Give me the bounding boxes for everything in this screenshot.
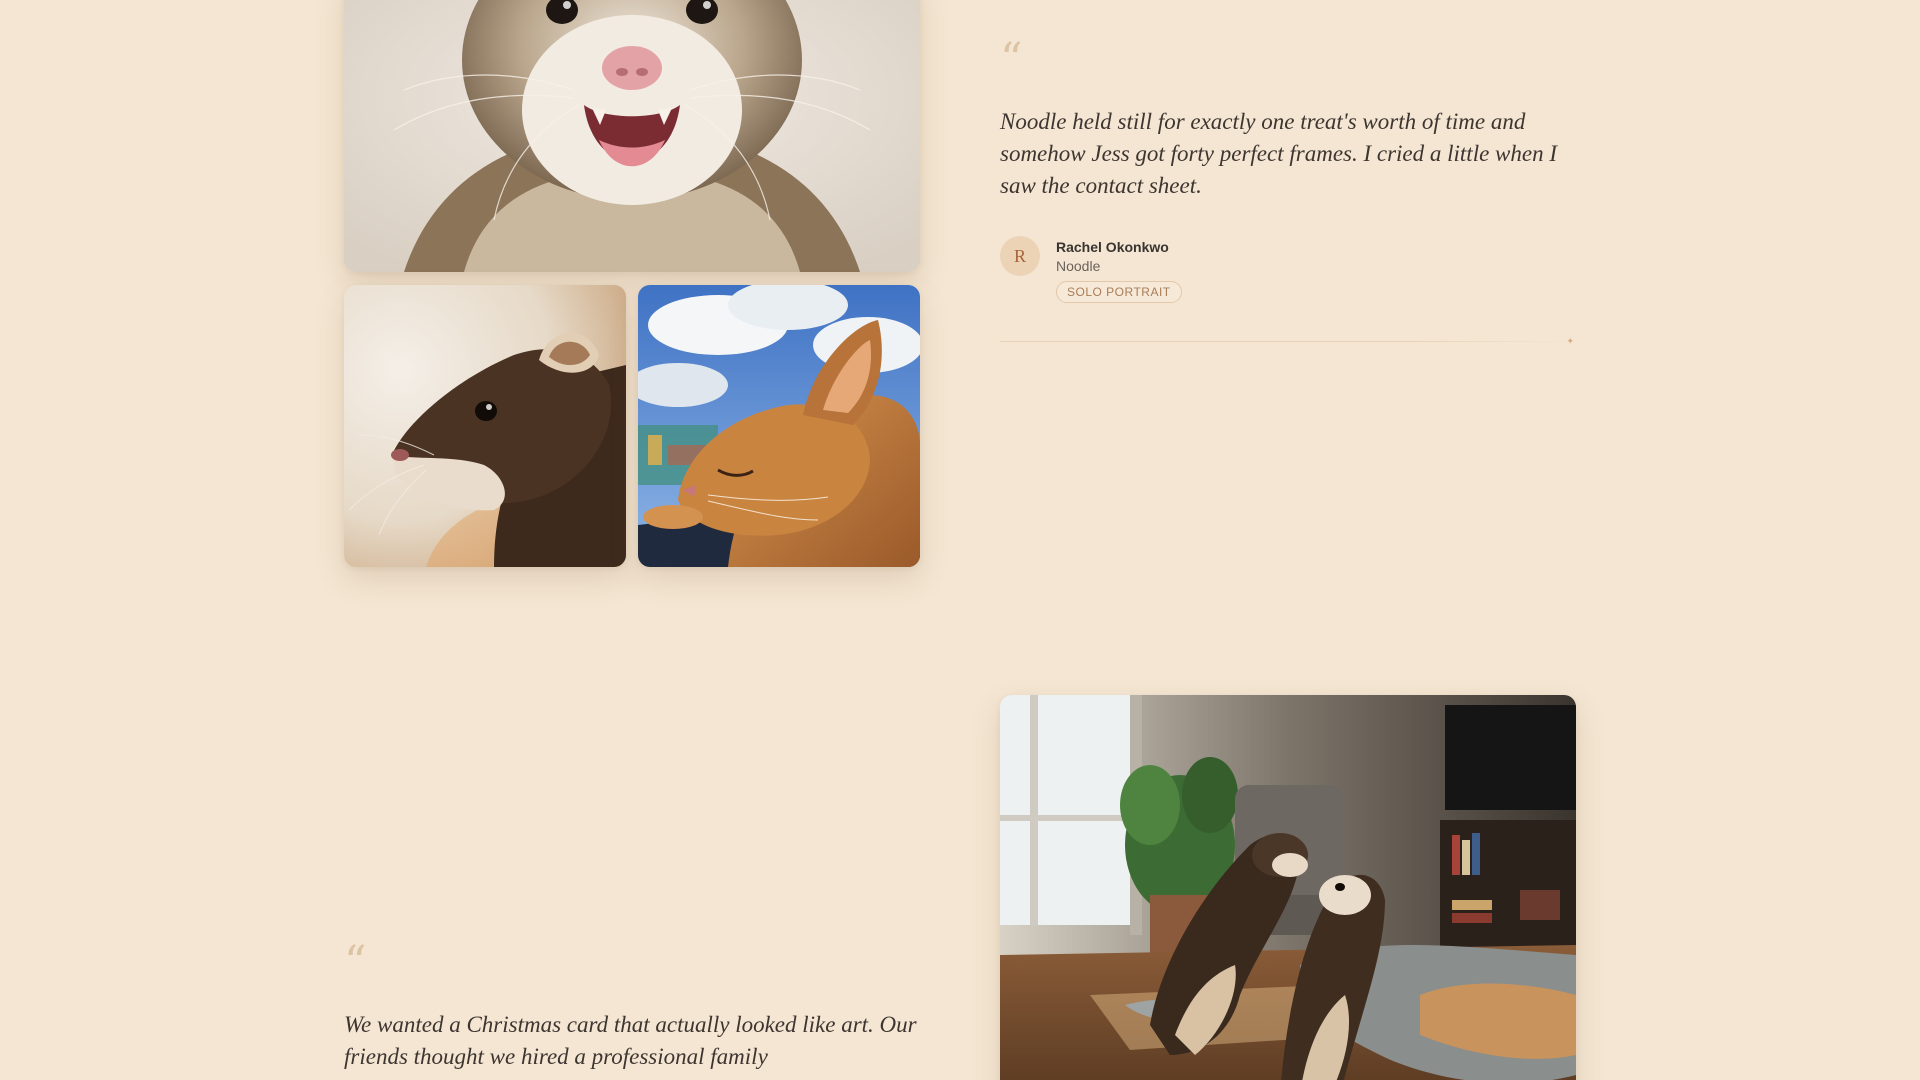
testimonial-quote: We wanted a Christmas card that actually…: [344, 1012, 917, 1069]
avatar: R: [1000, 236, 1040, 276]
session-type-badge: SOLO PORTRAIT: [1056, 281, 1182, 303]
two-ferrets-photo[interactable]: [1000, 695, 1576, 1080]
sparkle-icon: ✦: [1566, 336, 1574, 346]
testimonial-card: “ Noodle held still for exactly one trea…: [1000, 34, 1580, 346]
ferrets-living-room-image: [1000, 695, 1576, 1080]
orange-cat-image: [638, 285, 920, 567]
testimonial-quote: Noodle held still for exactly one treat'…: [1000, 109, 1558, 198]
cat-sleeping-photo[interactable]: [638, 285, 920, 567]
ferret-profile-photo[interactable]: [344, 285, 626, 567]
pet-name: Noodle: [1056, 258, 1101, 274]
divider: ✦: [1000, 337, 1576, 346]
testimonials-section: “ Noodle held still for exactly one trea…: [0, 0, 1920, 1080]
ferret-portrait-photo[interactable]: [344, 0, 920, 272]
quote-mark-icon: “: [344, 937, 367, 988]
testimonial-author: R Rachel Okonkwo Noodle SOLO PORTRAIT: [1000, 236, 1580, 303]
author-name: Rachel Okonkwo: [1056, 239, 1169, 255]
ferret-profile-image: [344, 285, 626, 567]
author-info: Rachel Okonkwo Noodle SOLO PORTRAIT: [1056, 238, 1182, 303]
quote-mark-icon: “: [1000, 34, 1023, 85]
ferret-open-mouth-image: [344, 0, 920, 272]
testimonial-card: “ We wanted a Christmas card that actual…: [344, 937, 924, 1073]
